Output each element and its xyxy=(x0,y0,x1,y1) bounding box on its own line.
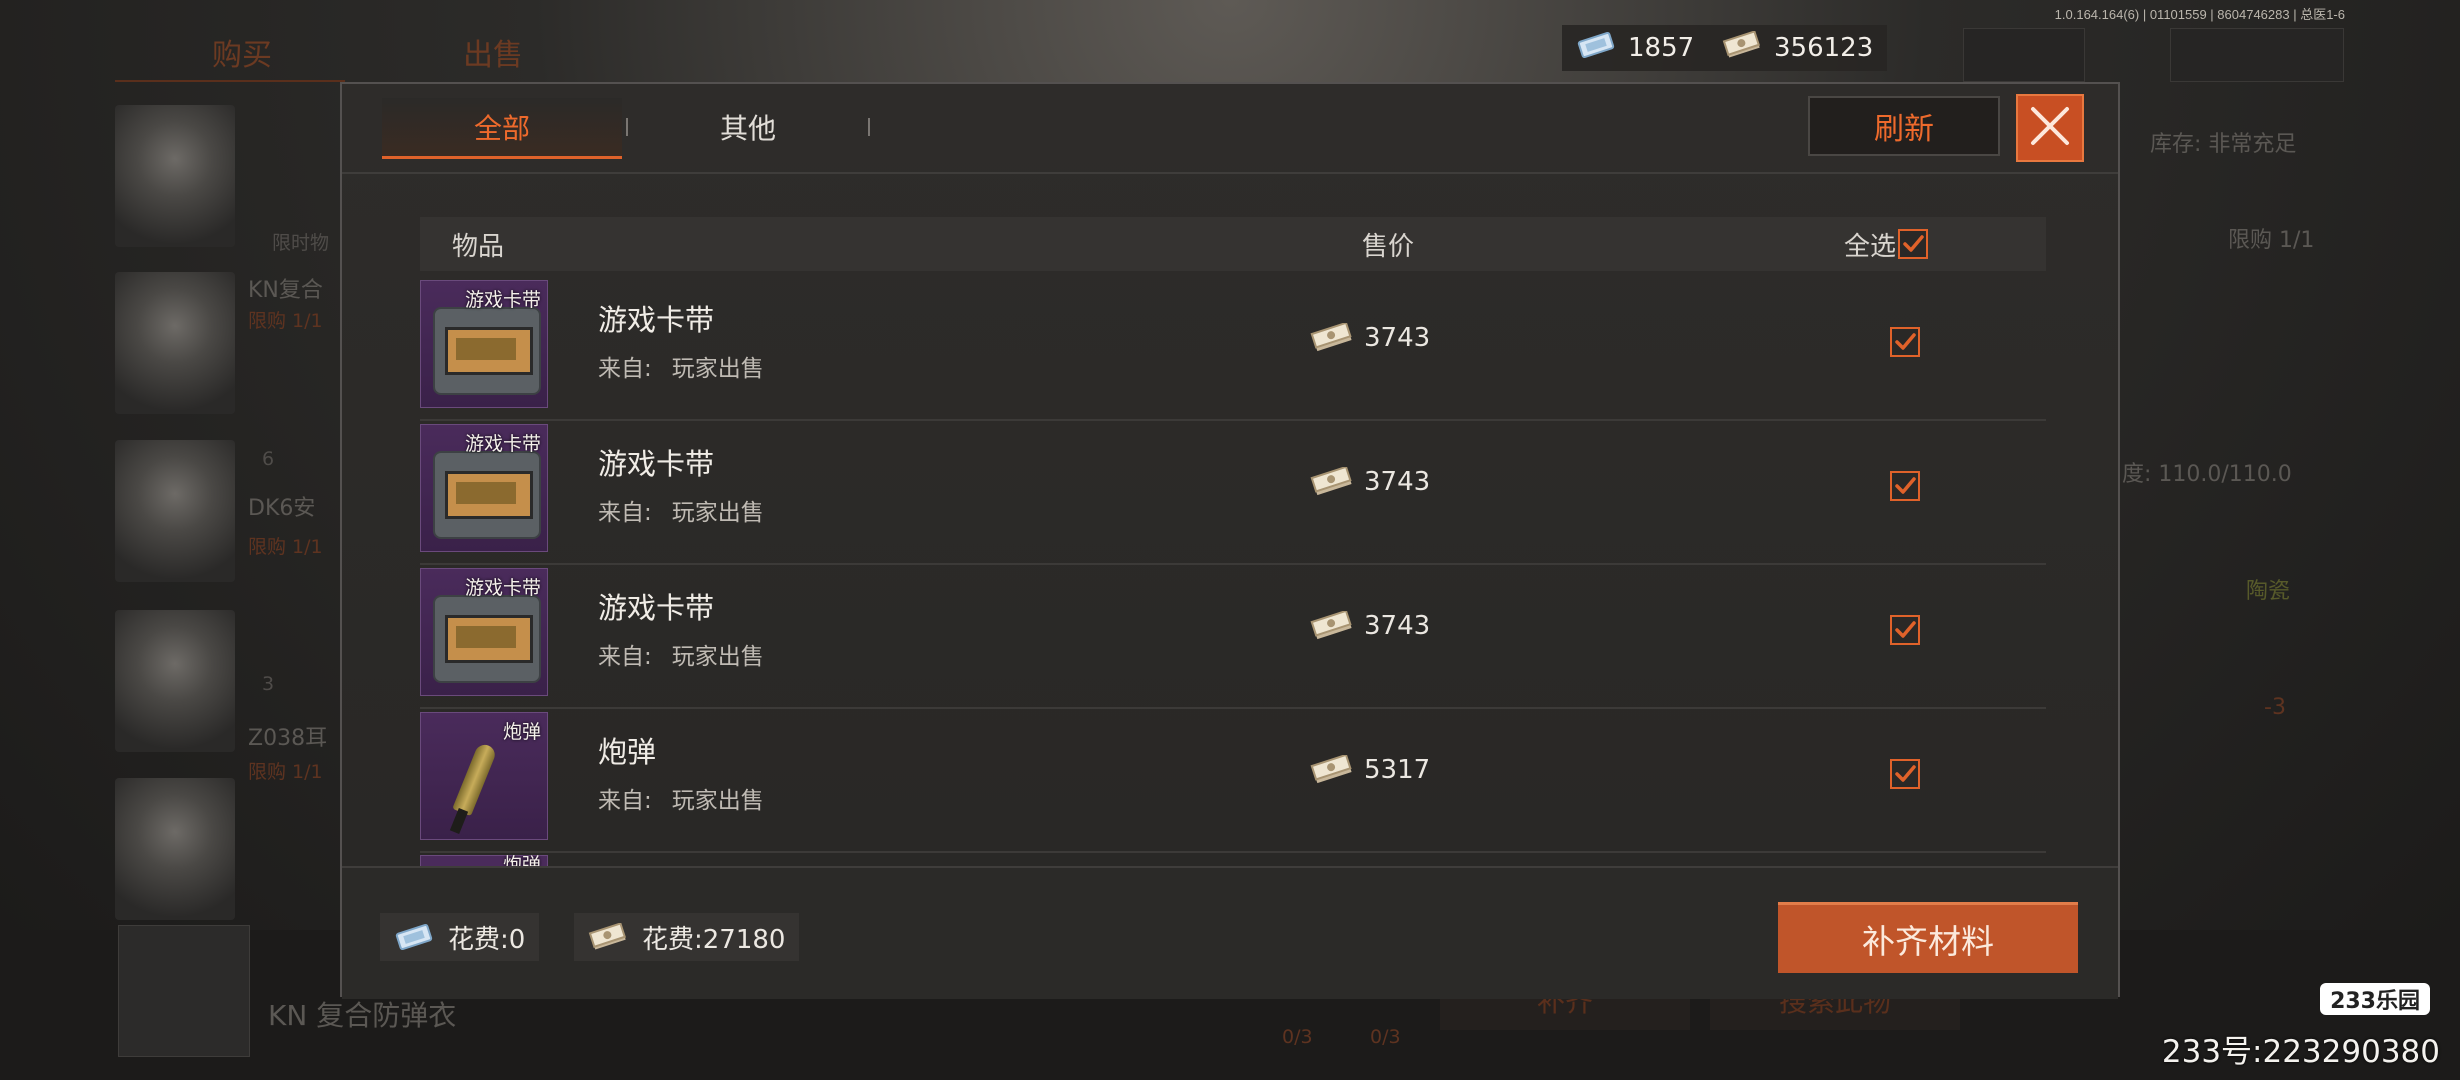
bg-durability: 度: 110.0/110.0 xyxy=(2122,462,2292,487)
tab-all[interactable]: 全部 xyxy=(382,98,622,159)
item-source: 来自: 玩家出售 xyxy=(598,788,764,814)
checkmark-icon xyxy=(1895,765,1916,782)
item-name: 游戏卡带 xyxy=(598,447,715,481)
refresh-button[interactable]: 刷新 xyxy=(1808,96,2000,156)
item-name: 炮弹 xyxy=(598,735,657,769)
bg-material: 陶瓷 xyxy=(2246,579,2291,604)
bg-stock-label: 库存: 非常充足 xyxy=(2150,132,2297,157)
tab-other[interactable]: 其他 xyxy=(628,98,868,156)
bg-item-limit: 限购 1/1 xyxy=(248,536,323,558)
banknote-icon xyxy=(588,923,627,950)
bg-portrait xyxy=(115,610,235,752)
close-button[interactable] xyxy=(2016,94,2084,162)
tab-divider xyxy=(868,118,870,136)
checkmark-icon xyxy=(1895,621,1916,638)
item-price: 3743 xyxy=(1310,323,1430,353)
close-icon xyxy=(2027,103,2073,153)
platform-logo: 233乐园 xyxy=(2320,983,2430,1015)
item-price: 3743 xyxy=(1310,467,1430,497)
fill-materials-button[interactable]: 补齐材料 xyxy=(1778,902,2078,973)
row-checkbox[interactable] xyxy=(1890,615,1920,645)
item-price: 3743 xyxy=(1310,611,1430,641)
partial-row: 炮弹 xyxy=(420,855,548,866)
bg-back-button xyxy=(2170,28,2344,82)
bg-portrait xyxy=(115,778,235,920)
banknote-icon xyxy=(1310,611,1352,640)
modal-footer: 花费:0 花费:27180 补齐材料 xyxy=(342,866,2118,999)
bg-item-badge: 6 xyxy=(262,448,275,470)
checkmark-icon xyxy=(1895,477,1916,494)
bg-portrait xyxy=(115,440,235,582)
bg-power-button xyxy=(1963,28,2085,82)
checkmark-icon xyxy=(1903,235,1924,252)
currency-value: 356123 xyxy=(1774,33,1874,63)
item-source: 来自: 玩家出售 xyxy=(598,644,764,670)
bg-limit-right: 限购 1/1 xyxy=(2228,228,2315,253)
version-text: 1.0.164.164(6) | 01101559 | 8604746283 |… xyxy=(2054,7,2345,22)
column-price: 售价 xyxy=(1362,231,1415,262)
ticket-currency-icon xyxy=(1576,31,1616,66)
cost-ticket: 花费:0 xyxy=(380,913,540,961)
table-row[interactable]: 炮弹 炮弹 来自: 玩家出售 5317 xyxy=(420,709,2046,853)
thumb-label: 炮弹 xyxy=(502,855,541,866)
modal-header: 全部 其他 刷新 xyxy=(342,84,2118,174)
item-name: 游戏卡带 xyxy=(598,591,715,625)
bg-limited-label: 限时物 xyxy=(272,232,330,254)
item-price: 5317 xyxy=(1310,755,1430,785)
sell-material-modal: 全部 其他 刷新 物品 售价 全选 游戏卡带 游戏卡带 来自: 玩家出售 3743 xyxy=(340,82,2120,999)
platform-user-id: 233号:223290380 xyxy=(2161,1034,2440,1070)
select-all-checkbox[interactable] xyxy=(1898,229,1928,259)
game-cartridge-icon: 游戏卡带 xyxy=(420,568,548,696)
bg-tab-buy: 购买 xyxy=(212,38,272,73)
bg-item-limit: 限购 1/1 xyxy=(248,310,323,332)
bg-armor-thumb xyxy=(118,925,250,1057)
item-name: 游戏卡带 xyxy=(598,303,715,337)
bg-count: 0/3 xyxy=(1370,1026,1401,1048)
banknote-icon xyxy=(1310,323,1352,352)
checkmark-icon xyxy=(1895,333,1916,350)
bg-item-name: DK6安 xyxy=(248,496,316,521)
cost-banknote: 花费:27180 xyxy=(574,913,800,961)
table-row[interactable]: 游戏卡带 游戏卡带 来自: 玩家出售 3743 xyxy=(420,421,2046,565)
column-item: 物品 xyxy=(452,231,505,262)
bg-item-name: KN复合 xyxy=(248,278,323,303)
currency-ticket: 1857 xyxy=(1562,25,1709,71)
table-row[interactable]: 游戏卡带 游戏卡带 来自: 玩家出售 3743 xyxy=(420,277,2046,421)
banknote-icon xyxy=(1310,755,1352,784)
item-source: 来自: 玩家出售 xyxy=(598,500,764,526)
game-cartridge-icon: 游戏卡带 xyxy=(420,280,548,408)
currency-banknote: 356123 xyxy=(1708,25,1888,71)
ticket-currency-icon xyxy=(395,923,433,951)
column-select-all: 全选 xyxy=(1844,231,1897,262)
table-header: 物品 售价 全选 xyxy=(420,217,2046,271)
row-checkbox[interactable] xyxy=(1890,471,1920,501)
thumb-label: 游戏卡带 xyxy=(464,289,541,311)
thumb-label: 游戏卡带 xyxy=(464,577,541,599)
item-source: 来自: 玩家出售 xyxy=(598,356,764,382)
banknote-icon xyxy=(1722,29,1762,66)
row-checkbox[interactable] xyxy=(1890,759,1920,789)
bg-tab-sell: 出售 xyxy=(463,38,523,73)
banknote-icon xyxy=(1310,467,1352,496)
currency-value: 1857 xyxy=(1628,33,1695,63)
bg-delta: -3 xyxy=(2264,695,2286,720)
game-cartridge-icon: 游戏卡带 xyxy=(420,424,548,552)
bg-portrait xyxy=(115,272,235,414)
row-checkbox[interactable] xyxy=(1890,327,1920,357)
bg-selected-item: KN 复合防弹衣 xyxy=(268,999,457,1032)
bg-item-badge: 3 xyxy=(262,673,275,695)
thumb-label: 炮弹 xyxy=(502,721,541,743)
thumb-label: 游戏卡带 xyxy=(464,433,541,455)
bg-portrait xyxy=(115,105,235,247)
bg-item-name: Z038耳 xyxy=(248,726,328,751)
artillery-shell-icon: 炮弹 xyxy=(420,712,548,840)
bg-item-limit: 限购 1/1 xyxy=(248,761,323,783)
bg-tab-underline xyxy=(115,80,345,82)
bg-count: 0/3 xyxy=(1282,1026,1313,1048)
table-row[interactable]: 游戏卡带 游戏卡带 来自: 玩家出售 3743 xyxy=(420,565,2046,709)
